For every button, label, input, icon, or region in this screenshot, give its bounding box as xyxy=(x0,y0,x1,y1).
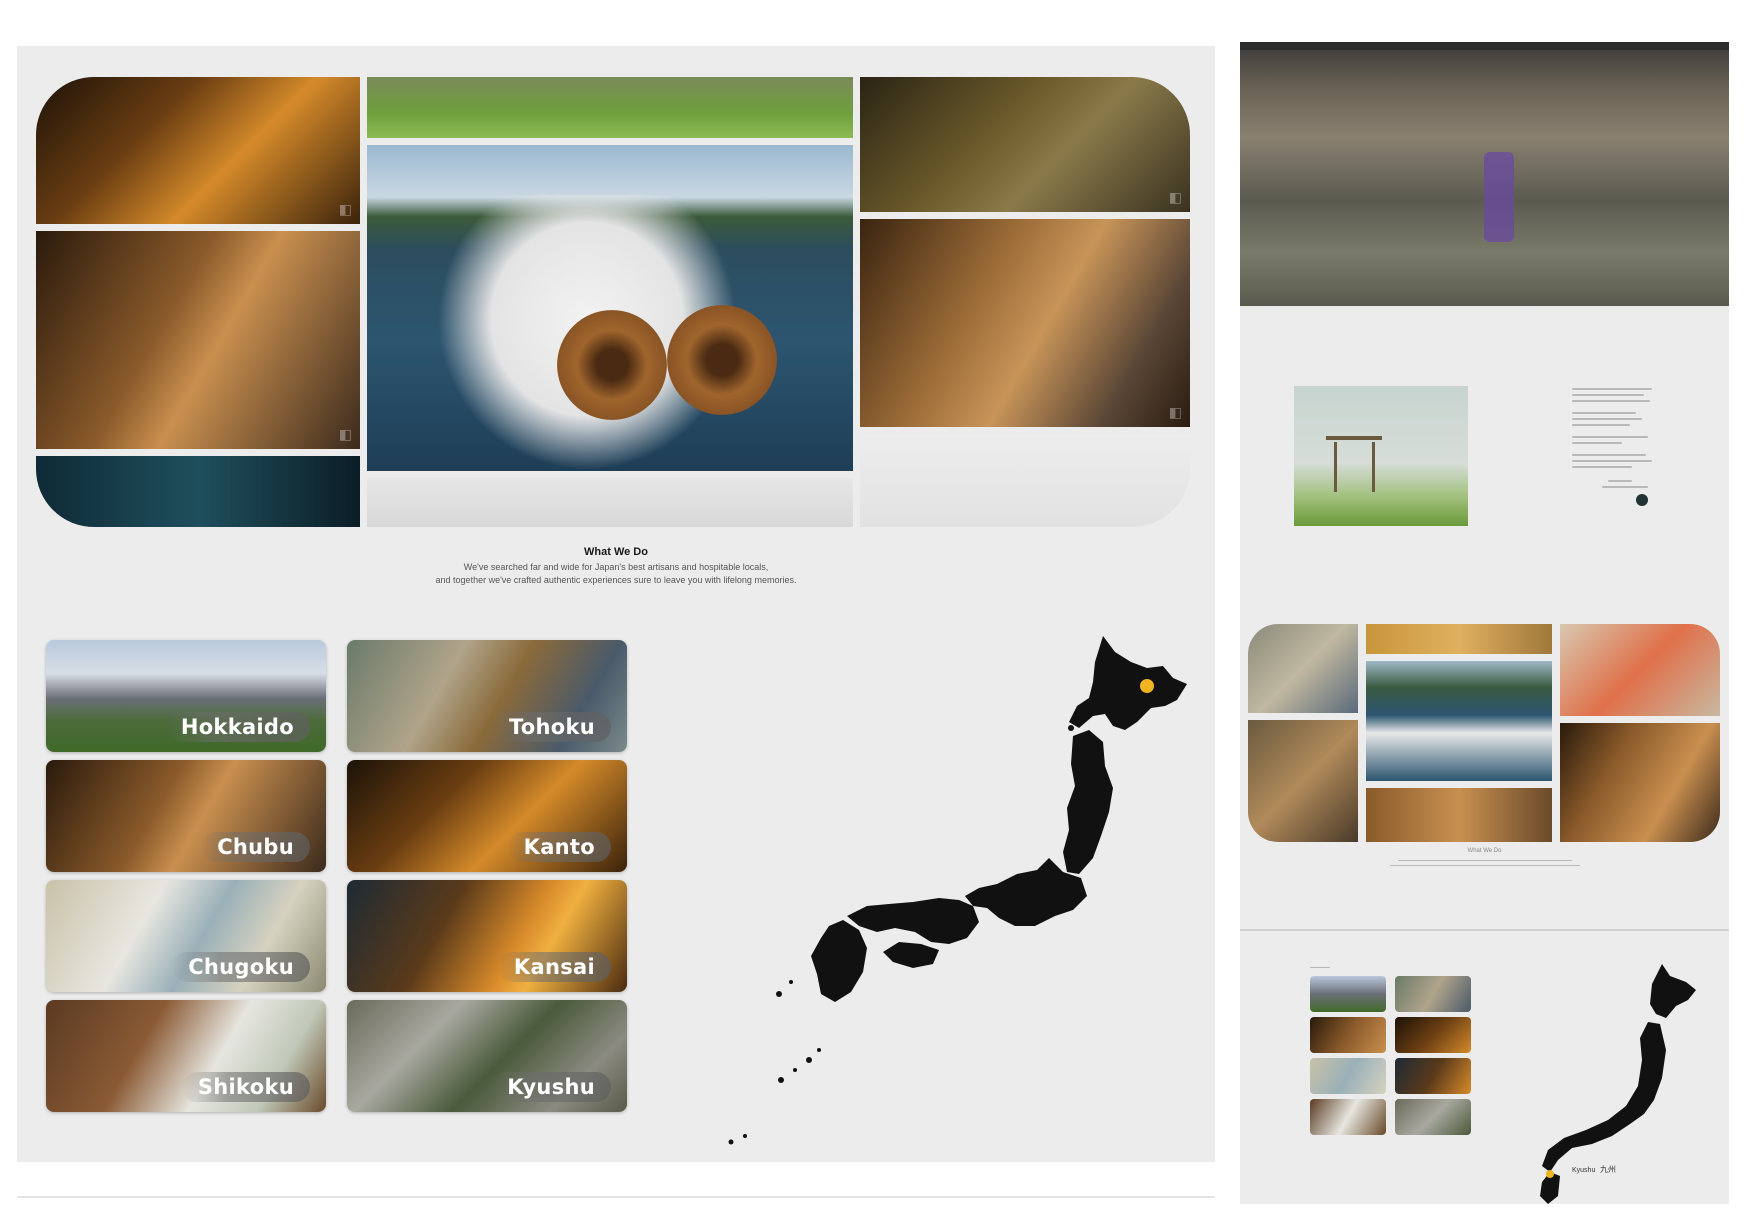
what-we-do-description-line2: and together we've crafted authentic exp… xyxy=(435,575,797,585)
map-region-kyushu xyxy=(811,920,867,1002)
garden-path-photo[interactable] xyxy=(367,77,853,138)
map-region-kansai-chugoku xyxy=(847,898,979,944)
preview-avatar xyxy=(1636,494,1648,506)
region-label: Chugoku xyxy=(172,952,310,982)
preview-map-label-region: Kyushu xyxy=(1572,1167,1595,1174)
page-preview: What We Do Kyushu 九州 xyxy=(1240,42,1729,1204)
preview-region-tohoku[interactable] xyxy=(1395,976,1471,1012)
region-card-kanto[interactable]: Kanto xyxy=(347,760,627,872)
sake-sharing-photo[interactable]: ◧ xyxy=(36,231,360,449)
region-card-kyushu[interactable]: Kyushu xyxy=(347,1000,627,1112)
map-region-tohoku xyxy=(1063,730,1113,874)
preview-region-chubu[interactable] xyxy=(1310,1017,1386,1053)
region-label: Chubu xyxy=(201,832,310,862)
region-label: Tohoku xyxy=(492,712,611,742)
geisha-back-photo[interactable]: ◧ xyxy=(36,77,360,224)
region-card-hokkaido[interactable]: Hokkaido xyxy=(46,640,326,752)
chef-kitchen-photo[interactable] xyxy=(36,456,360,527)
what-we-do-description-line1: We've searched far and wide for Japan's … xyxy=(463,562,769,572)
region-card-tohoku[interactable]: Tohoku xyxy=(347,640,627,752)
guests-photo[interactable] xyxy=(860,434,1190,527)
preview-region-kyushu[interactable] xyxy=(1395,1099,1471,1135)
page-bottom-rule xyxy=(17,1196,1215,1198)
japan-map[interactable] xyxy=(717,626,1197,1166)
sumo-wrestlers-photo[interactable]: ◧ xyxy=(860,77,1190,212)
region-card-kansai[interactable]: Kansai xyxy=(347,880,627,992)
region-label: Kansai xyxy=(497,952,611,982)
preview-what-we-do-title: What We Do xyxy=(1467,848,1502,854)
map-region-shikoku xyxy=(883,942,939,968)
map-region-hokkaido xyxy=(1069,636,1187,730)
preview-region-shikoku[interactable] xyxy=(1310,1099,1386,1135)
preview-region-kanto[interactable] xyxy=(1395,1017,1471,1053)
map-marker-hokkaido xyxy=(1140,679,1154,693)
region-label: Kyushu xyxy=(491,1072,611,1102)
ama-divers-photo[interactable] xyxy=(367,145,853,471)
what-we-do-title: What We Do xyxy=(584,546,648,558)
preview-region-chugoku[interactable] xyxy=(1310,1058,1386,1094)
preview-photo-collage xyxy=(1248,624,1720,842)
street-poles-photo[interactable] xyxy=(367,478,853,527)
region-label: Shikoku xyxy=(181,1072,310,1102)
preview-map-label-kanji: 九州 xyxy=(1600,1165,1616,1174)
image-icon: ◧ xyxy=(1168,404,1182,420)
region-label: Hokkaido xyxy=(164,712,310,742)
main-page: ◧ ◧ ◧ ◧ What We Do We've searched far an… xyxy=(17,46,1215,1162)
preview-top-bar xyxy=(1240,42,1729,50)
preview-region-kansai[interactable] xyxy=(1395,1058,1471,1094)
preview-torii-photo[interactable] xyxy=(1294,386,1468,526)
preview-hero-photo[interactable] xyxy=(1240,42,1729,306)
image-icon: ◧ xyxy=(338,201,352,217)
region-label: Kanto xyxy=(507,832,611,862)
preview-divider xyxy=(1240,929,1729,931)
preview-region-hokkaido[interactable] xyxy=(1310,976,1386,1012)
image-icon: ◧ xyxy=(1168,189,1182,205)
region-card-shikoku[interactable]: Shikoku xyxy=(46,1000,326,1112)
image-icon: ◧ xyxy=(338,426,352,442)
region-card-chugoku[interactable]: Chugoku xyxy=(46,880,326,992)
bamboo-craftsman-photo[interactable]: ◧ xyxy=(860,219,1190,427)
preview-map-marker xyxy=(1546,1170,1554,1178)
region-card-chubu[interactable]: Chubu xyxy=(46,760,326,872)
photo-collage: ◧ ◧ ◧ ◧ xyxy=(36,77,1190,527)
preview-japan-map[interactable]: Kyushu 九州 xyxy=(1520,960,1710,1210)
